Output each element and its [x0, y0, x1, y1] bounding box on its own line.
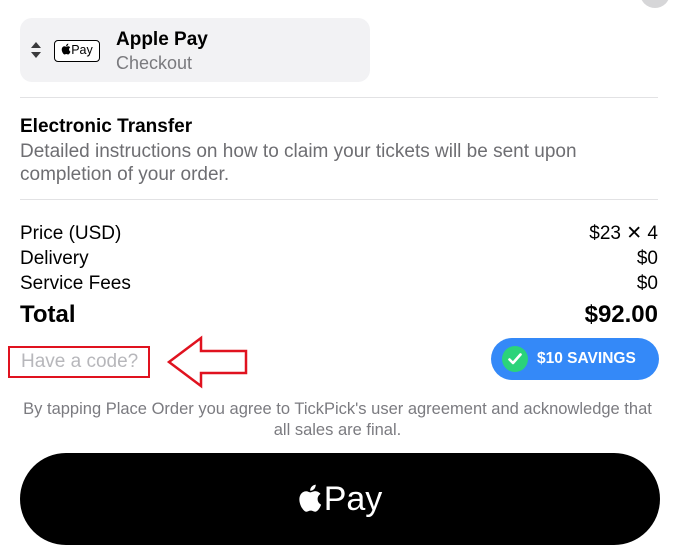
sort-icon [31, 42, 41, 58]
price-row: Price (USD) $23 ✕ 4 [20, 222, 658, 246]
delivery-fee-label: Delivery [20, 248, 89, 269]
apple-pay-button-content: Pay [20, 453, 660, 545]
payment-method-title: Apple Pay [116, 29, 208, 50]
agreement-text: By tapping Place Order you agree to Tick… [23, 400, 652, 439]
savings-badge: $10 SAVINGS [491, 338, 659, 380]
payment-method-subtitle: Checkout [116, 53, 193, 73]
savings-text: $10 SAVINGS [537, 350, 636, 367]
total-value: $92.00 [584, 301, 658, 328]
arrow-annotation-icon [166, 335, 248, 389]
delivery-description: Detailed instructions on how to claim yo… [20, 141, 577, 185]
payment-method-selector[interactable]: Pay Apple Pay Checkout [20, 18, 370, 82]
apple-pay-mark: Pay [54, 40, 100, 62]
promo-code-link[interactable]: Have a code? [8, 346, 150, 378]
divider [20, 97, 658, 98]
delivery-title: Electronic Transfer [20, 116, 193, 137]
delivery-fee-row: Delivery $0 [20, 247, 658, 271]
service-fees-value: $0 [636, 273, 658, 294]
apple-logo-icon [61, 43, 71, 55]
apple-logo-icon [299, 484, 321, 512]
check-circle [502, 346, 528, 372]
total-label: Total [20, 301, 76, 328]
price-value: $23 ✕ 4 [589, 223, 658, 244]
total-row: Total $92.00 [20, 300, 658, 330]
apple-pay-button-label: Pay [323, 480, 383, 518]
checkout-page: Pay Apple Pay Checkout Electronic Transf… [0, 0, 675, 560]
close-button[interactable] [640, 0, 670, 8]
price-label: Price (USD) [20, 223, 122, 244]
delivery-fee-value: $0 [636, 248, 658, 269]
service-fees-label: Service Fees [20, 273, 131, 294]
checkmark-icon [508, 353, 522, 365]
service-fees-row: Service Fees $0 [20, 272, 658, 296]
apple-pay-button[interactable]: Pay [20, 453, 660, 545]
divider [20, 199, 658, 200]
apple-pay-mark-label: Pay [71, 43, 93, 57]
